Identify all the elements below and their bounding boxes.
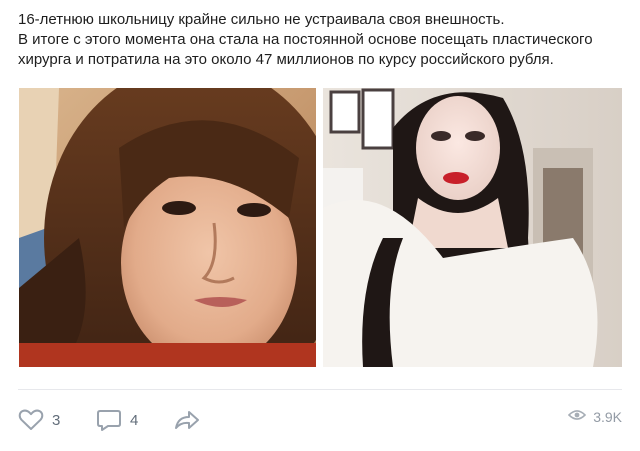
- post-card: 16-летнюю школьницу крайне сильно не уст…: [0, 0, 640, 451]
- photo-after[interactable]: [323, 88, 622, 367]
- share-icon: [173, 408, 201, 432]
- view-counter: 3.9K: [568, 408, 622, 425]
- like-count: 3: [52, 411, 61, 429]
- divider: [18, 389, 622, 390]
- comment-count: 4: [130, 411, 139, 429]
- heart-icon: [18, 408, 44, 432]
- post-text-line-3: хирурга и потратила на это около 47 милл…: [18, 51, 554, 68]
- post-text-line-2: В итоге с этого момента она стала на пос…: [18, 31, 593, 48]
- photo-before[interactable]: [19, 88, 316, 367]
- share-button[interactable]: [173, 408, 201, 432]
- post-text: 16-летнюю школьницу крайне сильно не уст…: [18, 10, 628, 70]
- post-actions: 3 4 3.9K: [0, 402, 640, 442]
- comment-button[interactable]: 4: [96, 408, 138, 432]
- eye-icon: [568, 408, 587, 425]
- like-button[interactable]: 3: [18, 408, 60, 432]
- view-count: 3.9K: [593, 408, 622, 425]
- post-text-line-1: 16-летнюю школьницу крайне сильно не уст…: [18, 11, 505, 28]
- comment-icon: [96, 408, 122, 432]
